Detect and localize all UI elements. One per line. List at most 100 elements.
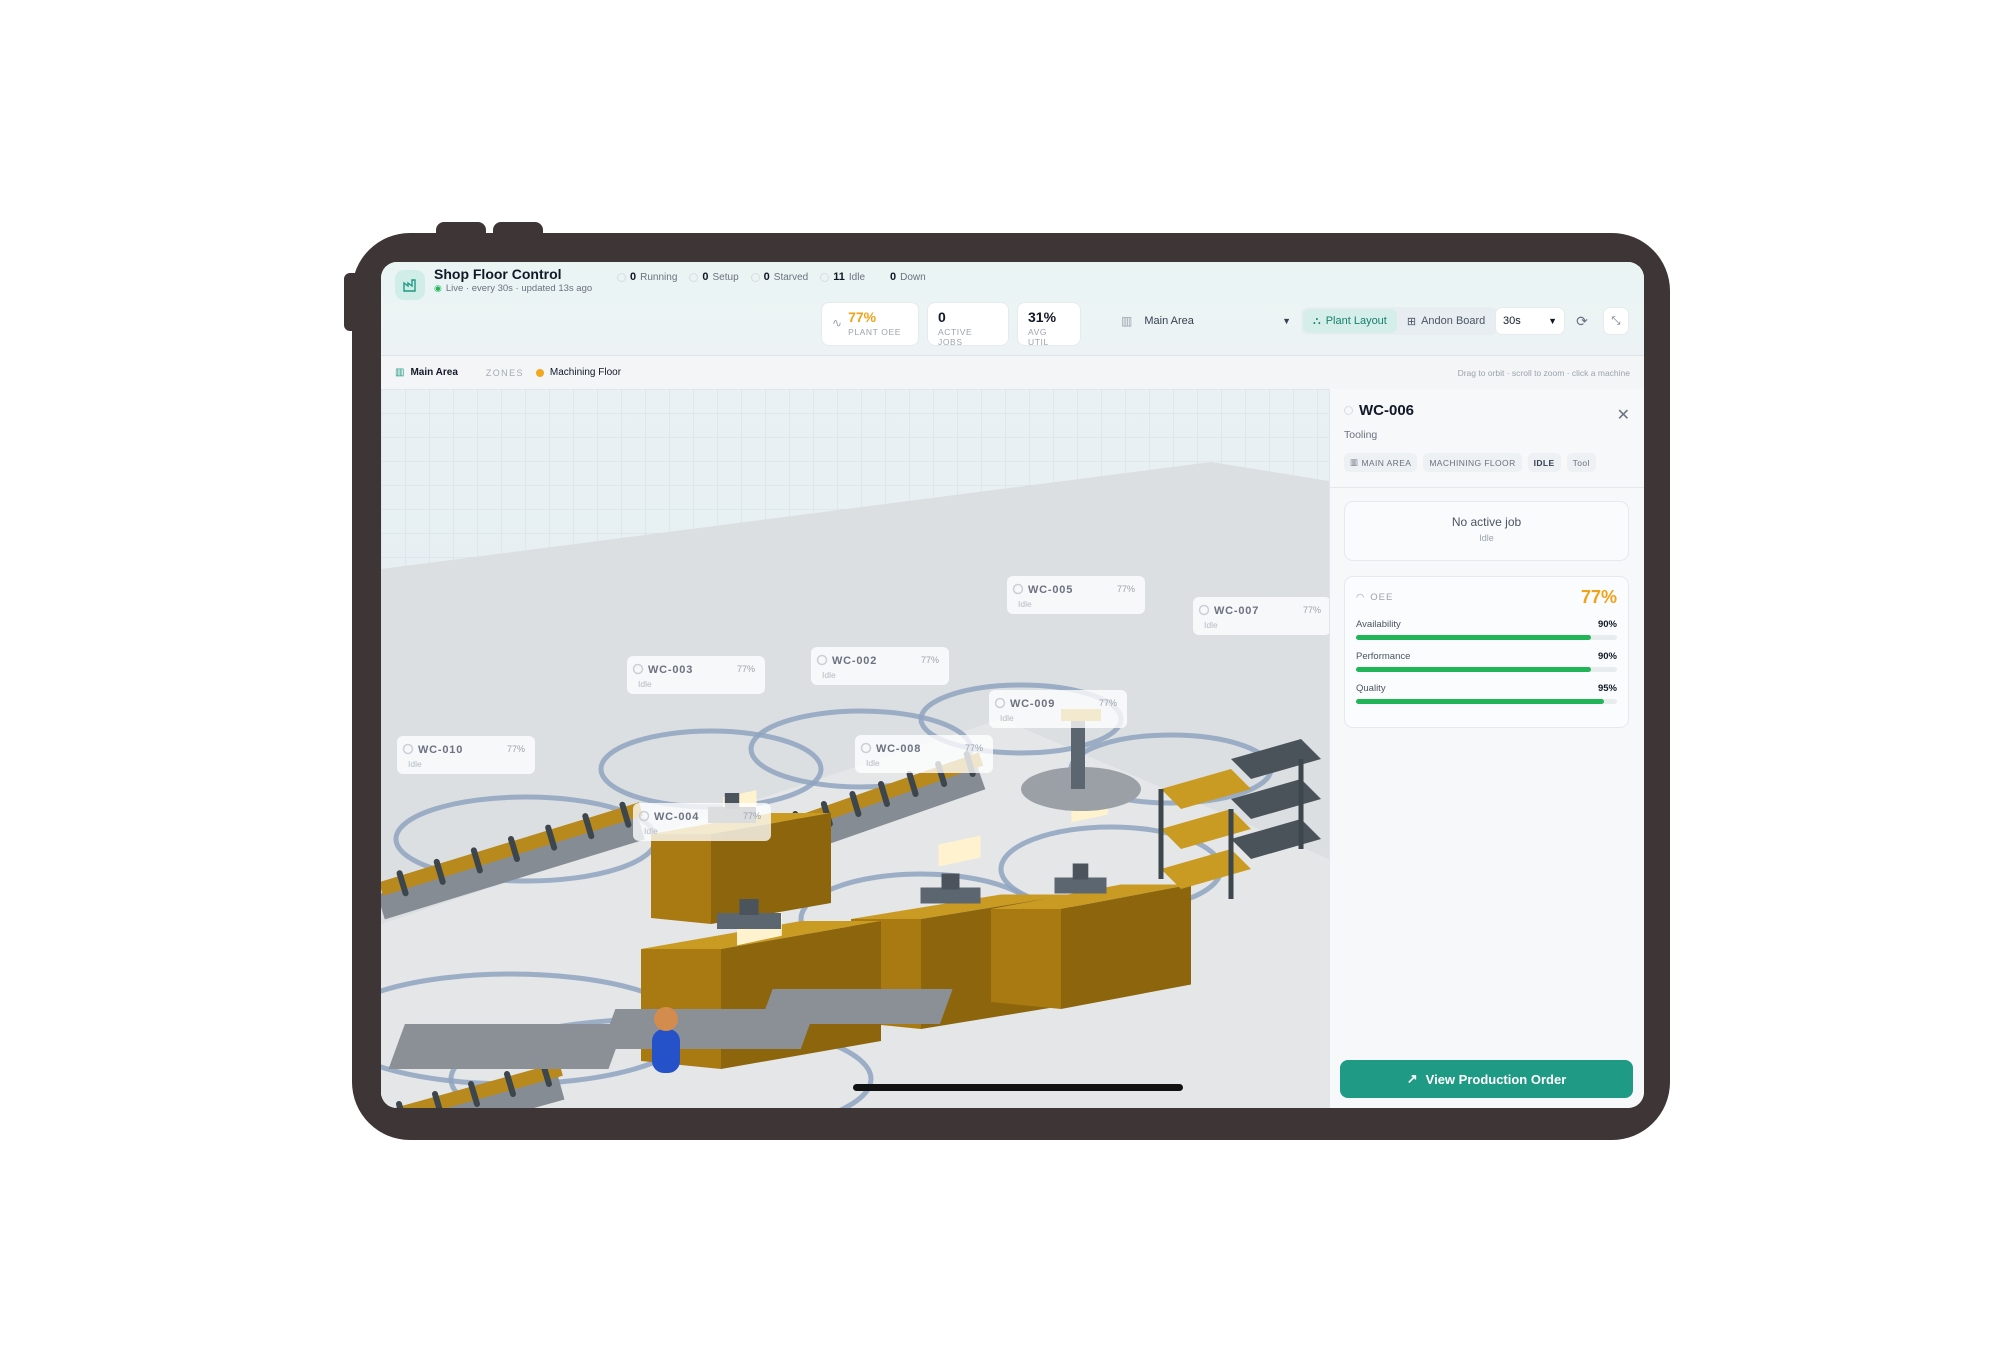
svg-text:Idle: Idle <box>644 826 658 836</box>
tab-plant-layout[interactable]: ⛬ Plant Layout <box>1303 309 1397 333</box>
svg-text:Idle: Idle <box>1204 620 1218 630</box>
machine-label-wc-008[interactable]: WC-008 77% Idle <box>855 735 993 773</box>
live-status: ◉ Live · every 30s · updated 13s ago <box>434 283 592 294</box>
gauge-icon: ◠ <box>1356 592 1366 603</box>
wifi-icon: ◉ <box>434 283 442 293</box>
availability-bar <box>1356 635 1617 640</box>
machine-label-wc-007[interactable]: WC-007 77% Idle <box>1193 597 1329 635</box>
svg-text:WC-002: WC-002 <box>832 655 877 667</box>
machine-label-wc-002[interactable]: WC-002 77% Idle <box>811 647 949 685</box>
minimize-icon: ⤡ <box>1611 314 1621 327</box>
svg-text:WC-007: WC-007 <box>1214 605 1259 617</box>
count-setup[interactable]: 0 Setup <box>689 271 739 283</box>
kpi-avg-util: 31% AVG UTIL <box>1017 302 1081 347</box>
svg-text:77%: 77% <box>1099 698 1117 708</box>
no-job-sub: Idle <box>1479 533 1494 543</box>
chevron-down-icon: ▼ <box>1282 316 1291 326</box>
oee-card: ◠ OEE 77% Availability 90% Performance 90% … <box>1344 576 1629 728</box>
tab-andon-board[interactable]: ⊞ Andon Board <box>1397 309 1495 333</box>
live-text: Live · every 30s · updated 13s ago <box>445 283 593 294</box>
svg-text:Idle: Idle <box>1018 599 1032 609</box>
panel-subtitle: Tooling <box>1344 429 1378 441</box>
refresh-button[interactable]: ⟳ <box>1569 307 1595 335</box>
svg-text:77%: 77% <box>921 655 939 665</box>
svg-text:77%: 77% <box>737 664 755 674</box>
machine-label-wc-003[interactable]: WC-003 77% Idle <box>627 656 765 694</box>
zones-label: ZONES <box>485 367 524 378</box>
zone-dot-icon <box>535 368 544 377</box>
svg-text:WC-003: WC-003 <box>648 664 693 676</box>
svg-text:77%: 77% <box>1303 605 1321 615</box>
header: Shop Floor Control ◉ Live · every 30s · … <box>381 262 1644 356</box>
building-icon: ▥ <box>395 367 405 378</box>
svg-text:77%: 77% <box>743 811 761 821</box>
zone-chip[interactable]: Machining Floor <box>535 367 621 378</box>
panel-title: WC-006 <box>1344 402 1414 419</box>
divider <box>1330 487 1644 488</box>
status-dot-icon <box>617 272 626 282</box>
status-dot-icon <box>1344 406 1353 415</box>
svg-text:WC-004: WC-004 <box>654 811 699 823</box>
refresh-interval-select[interactable]: 30s ▼ <box>1495 307 1565 335</box>
machine-label-wc-004[interactable]: WC-004 77% Idle <box>633 803 771 841</box>
svg-text:77%: 77% <box>507 744 525 754</box>
breadcrumb-area[interactable]: Main Area <box>410 367 457 378</box>
svg-text:Idle: Idle <box>408 759 422 769</box>
app-title: Shop Floor Control <box>434 266 562 282</box>
metric-availability: Availability 90% <box>1356 619 1617 640</box>
area-select[interactable]: ▥ Main Area ▼ <box>1121 306 1291 336</box>
view-toggle: ⛬ Plant Layout ⊞ Andon Board <box>1301 307 1498 335</box>
active-jobs-label: ACTIVE JOBS <box>938 327 973 347</box>
layout-icon: ⛬ <box>1313 314 1321 327</box>
svg-text:77%: 77% <box>965 743 983 753</box>
svg-text:WC-010: WC-010 <box>418 744 463 756</box>
kpi-active-jobs: 0 ACTIVE JOBS <box>927 302 1009 347</box>
collapse-button[interactable]: ⤡ <box>1603 307 1629 335</box>
refresh-icon: ⟳ <box>1576 312 1588 329</box>
breadcrumb: ▥ Main Area ZONES Machining Floor <box>395 367 621 378</box>
building-icon: ▥ <box>1121 314 1133 328</box>
machine-label-wc-009[interactable]: WC-009 77% Idle <box>989 690 1127 728</box>
count-idle[interactable]: 11 Idle <box>820 271 865 283</box>
svg-text:WC-009: WC-009 <box>1010 698 1055 710</box>
svg-text:Idle: Idle <box>638 679 652 689</box>
svg-text:Idle: Idle <box>1000 713 1014 723</box>
oee-value: 77% <box>1580 587 1617 607</box>
tag-type: Tool <box>1566 453 1596 472</box>
count-down[interactable]: 0 Down <box>877 271 926 283</box>
machine-detail-panel: WC-006 Tooling ✕ ▥ MAIN AREA MACHINING FL… <box>1329 389 1644 1108</box>
view-production-order-button[interactable]: ↗ View Production Order <box>1340 1060 1633 1098</box>
tag-state: IDLE <box>1527 453 1561 472</box>
interval-value: 30s <box>1503 315 1521 327</box>
machine-label-wc-010[interactable]: WC-010 77% Idle <box>397 736 535 774</box>
area-select-value: Main Area <box>1144 315 1194 327</box>
plant-3d-view[interactable]: WC-010 77%IdleWC-003 77%IdleWC-002 77%IdleW… <box>381 389 1329 1108</box>
count-running[interactable]: 0 Running <box>617 271 677 283</box>
quality-bar <box>1356 699 1617 704</box>
interaction-hint: Drag to orbit · scroll to zoom · click a… <box>1457 368 1630 378</box>
performance-bar <box>1356 667 1617 672</box>
grid-icon: ⊞ <box>1406 315 1417 328</box>
status-dot-icon <box>820 272 830 282</box>
chevron-down-icon: ▼ <box>1548 316 1557 326</box>
close-icon[interactable]: ✕ <box>1617 405 1630 425</box>
svg-text:77%: 77% <box>1117 584 1135 594</box>
arrow-up-right-icon: ↗ <box>1406 1071 1418 1086</box>
status-dot-icon <box>750 272 760 282</box>
status-dot-icon <box>877 273 886 282</box>
avg-util-label: AVG UTIL <box>1028 327 1049 347</box>
svg-text:Idle: Idle <box>866 758 880 768</box>
avg-util-value: 31% <box>1028 309 1057 325</box>
machine-label-wc-005[interactable]: WC-005 77% Idle <box>1007 576 1145 614</box>
operator <box>652 1007 680 1073</box>
tag-area: ▥ MAIN AREA <box>1344 453 1418 472</box>
count-starved[interactable]: 0 Starved <box>750 271 808 283</box>
plant-oee-label: PLANT OEE <box>848 327 902 337</box>
svg-text:WC-008: WC-008 <box>876 743 921 755</box>
kpi-plant-oee: ∿ 77% PLANT OEE <box>821 302 919 346</box>
svg-text:WC-005: WC-005 <box>1028 584 1073 596</box>
pulse-icon: ∿ <box>832 316 843 330</box>
no-job-title: No active job <box>1451 515 1522 529</box>
status-counts: 0 Running 0 Setup 0 Starved 11 Idle 0 Down <box>617 271 926 283</box>
plant-oee-value: 77% <box>848 309 877 325</box>
